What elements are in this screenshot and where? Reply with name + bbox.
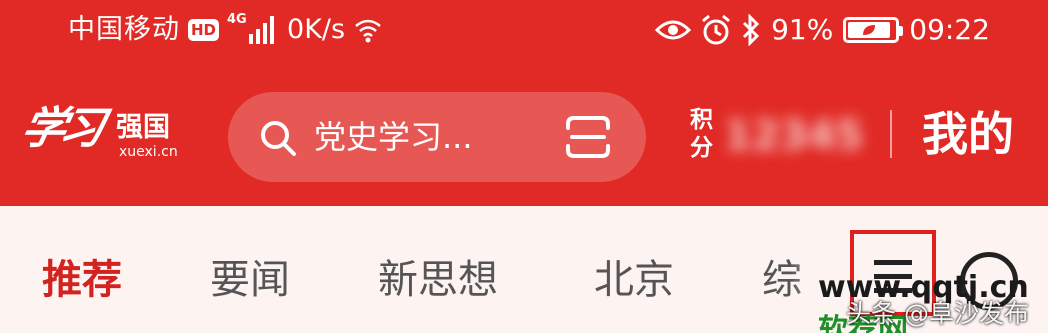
- hd-icon: HD: [188, 19, 220, 41]
- logo-calligraphy: 学习: [16, 103, 104, 154]
- tab-beijing[interactable]: 北京: [594, 252, 674, 308]
- credit-watermark: 头条 @阜沙发布: [846, 299, 1029, 328]
- alarm-icon: [702, 14, 731, 45]
- menu-icon: [874, 260, 912, 265]
- scan-icon[interactable]: [564, 114, 612, 160]
- tab-news[interactable]: 要闻: [210, 252, 290, 308]
- battery-fill: [848, 22, 891, 38]
- xuexi-logo[interactable]: 学习 强国 xuexi.cn: [17, 96, 192, 170]
- search-bar[interactable]: 党史学习...: [228, 92, 646, 182]
- status-bar: 中国移动 HD 4G 0K/s 91% 09:22: [0, 0, 1048, 62]
- leaf-icon: [863, 25, 876, 35]
- bluetooth-icon: [743, 14, 760, 46]
- tab-recommend[interactable]: 推荐: [42, 252, 122, 308]
- points-display[interactable]: 积分 12345: [690, 106, 865, 166]
- signal-bars-icon: [249, 16, 275, 44]
- network-speed: 0K/s: [287, 14, 346, 45]
- search-placeholder: 党史学习...: [314, 118, 473, 156]
- points-value: 12345: [724, 113, 864, 159]
- logo-domain: xuexi.cn: [119, 144, 178, 160]
- status-left: 中国移动 HD 4G 0K/s: [68, 10, 383, 50]
- battery-icon: [843, 17, 904, 43]
- points-label: 积分: [690, 107, 713, 161]
- app-header: 中国移动 HD 4G 0K/s 91% 09:22 学习 强国 xuexi.cn…: [0, 0, 1048, 206]
- carrier-name: 中国移动: [68, 14, 180, 45]
- network-type: 4G: [227, 12, 247, 27]
- signal-icon: 4G: [227, 13, 279, 47]
- logo-name: 强国: [116, 112, 170, 143]
- battery-percent: 91%: [771, 13, 834, 46]
- search-icon: [261, 121, 296, 156]
- clock: 09:22: [909, 13, 990, 46]
- eye-icon: [655, 20, 692, 40]
- tab-new-thought[interactable]: 新思想: [378, 252, 498, 308]
- header-divider: [890, 110, 892, 158]
- wifi-icon: [355, 19, 381, 43]
- mine-button[interactable]: 我的: [922, 102, 1014, 166]
- status-right: 91% 09:22: [655, 10, 990, 50]
